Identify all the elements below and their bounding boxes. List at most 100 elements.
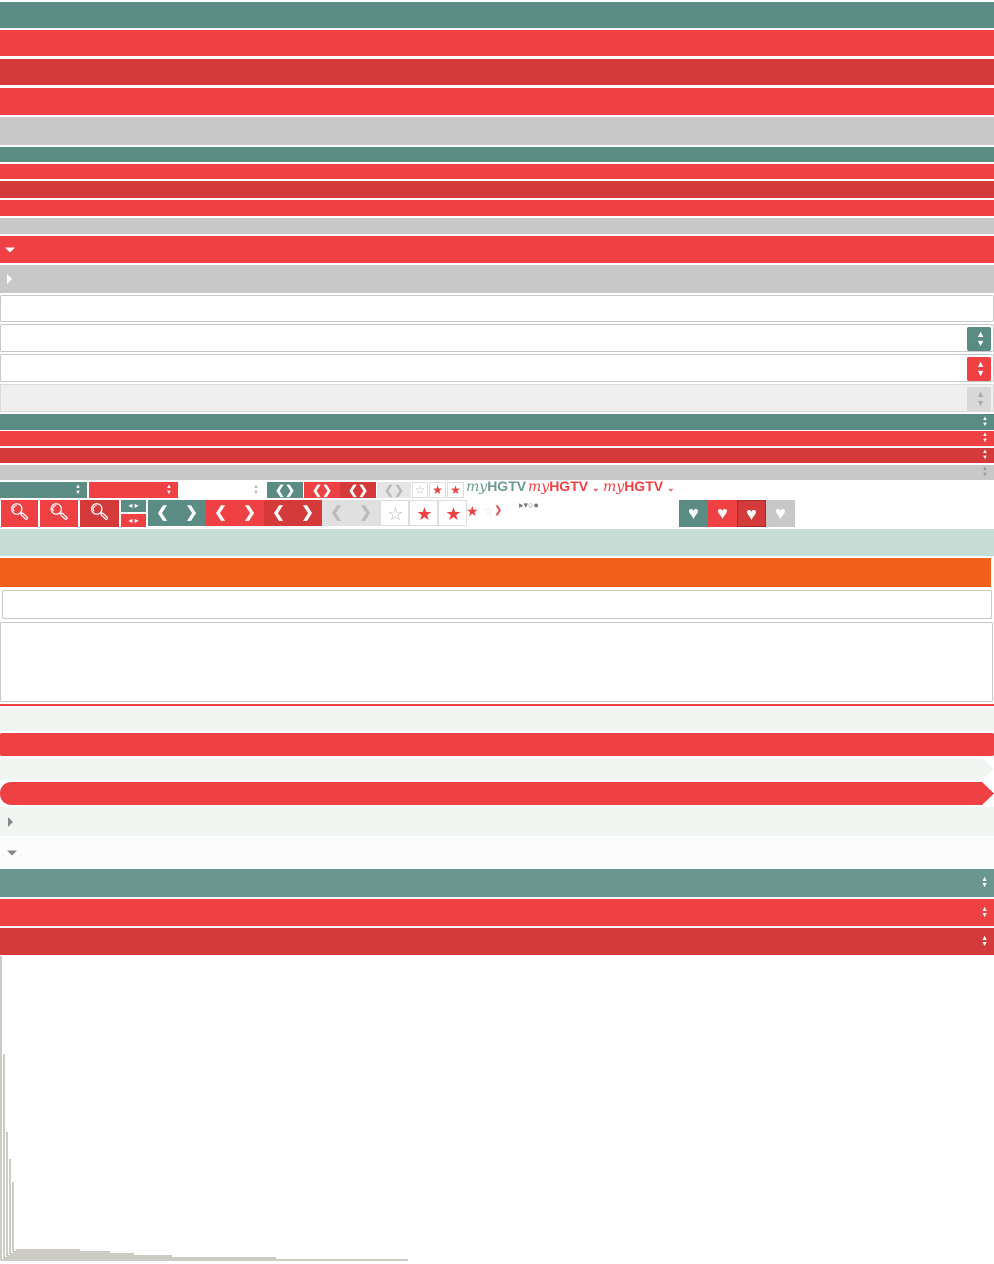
next-button-teal[interactable]: ❯ <box>177 500 206 526</box>
spinner-arrows-icon: ▲ ▼ <box>976 389 985 408</box>
select-bar-dark-red[interactable]: ▲ ▼ <box>0 928 994 955</box>
star-button-full[interactable]: ★ <box>438 500 467 526</box>
spinner-red[interactable]: ▲ ▼ <box>967 357 991 381</box>
heart-icon: ♥ <box>775 503 786 523</box>
prev-button-teal[interactable]: ❮ <box>148 500 177 526</box>
chevron-right-icon[interactable]: ❯ <box>322 483 332 497</box>
chevron-left-icon[interactable]: ❮ <box>312 483 322 497</box>
heart-button-red[interactable]: ♥ <box>708 500 737 527</box>
bar-teal-small <box>0 147 994 162</box>
spinner-arrows-icon: ▲ ▼ <box>982 466 988 478</box>
chevron-down-icon: ⌄ <box>591 483 600 493</box>
bar-red-flat[interactable] <box>0 733 994 756</box>
mini-select-plain[interactable]: ▲ ▼ <box>180 482 265 498</box>
search-icon: 🔍︎ <box>89 504 110 521</box>
chevron-right-icon[interactable]: ❯ <box>358 483 368 497</box>
accordion-closed-header[interactable] <box>0 265 994 293</box>
textarea-field[interactable] <box>0 622 993 702</box>
tab-pale-arrow[interactable] <box>0 758 994 780</box>
select-dark-red[interactable]: ▲ ▼ <box>0 448 994 463</box>
spinner-arrows-icon: ▲ ▼ <box>976 359 985 378</box>
bar-pale-1 <box>0 708 994 731</box>
search-button-3[interactable]: 🔍︎ <box>80 500 119 527</box>
star-outline-small-icon: ☆ <box>483 504 494 518</box>
text-field[interactable] <box>2 590 992 619</box>
mini-select-teal[interactable]: ▲ ▼ <box>0 482 87 498</box>
radio-toggle-icon[interactable]: ▸▾○● <box>519 500 539 511</box>
mini-pager-red[interactable]: ❮❯ <box>304 482 340 498</box>
next-button-red[interactable]: ❯ <box>235 500 264 526</box>
brand-logo-red-2[interactable]: myHGTV ⌄ <box>603 478 675 495</box>
mini-star-empty[interactable]: ☆ <box>412 482 428 498</box>
spinner-teal[interactable]: ▲ ▼ <box>967 327 991 351</box>
spinner-arrows-icon: ▲ ▼ <box>982 449 988 461</box>
tree-node-closed[interactable] <box>0 807 994 836</box>
brand-logo-red[interactable]: myHGTV ⌄ <box>528 478 600 495</box>
spinner-arrows-icon: ▲ ▼ <box>253 484 259 496</box>
chevron-left-icon[interactable]: ❮ <box>275 483 285 497</box>
bar-red-2[interactable] <box>0 88 994 115</box>
mini-star-half[interactable]: ★ <box>429 482 446 498</box>
next-button-disabled: ❯ <box>351 500 380 526</box>
chevron-left-icon[interactable]: ❮ <box>348 483 358 497</box>
bar-light-green <box>0 529 994 556</box>
mini-star-full[interactable]: ★ <box>447 482 464 498</box>
star-full-icon: ★ <box>445 504 462 524</box>
mini-pager-dark-red[interactable]: ❮❯ <box>340 482 376 498</box>
number-input-disabled: ▲ ▼ <box>0 384 994 412</box>
bar-dark-red-1[interactable] <box>0 59 994 85</box>
resize-button[interactable]: ◂ ▸ ◂ ▸ <box>121 500 146 527</box>
heart-button-dark-red[interactable]: ♥ <box>737 500 766 527</box>
spinner-arrows-icon: ▲ ▼ <box>982 416 988 428</box>
brand-prefix: my <box>466 479 488 495</box>
caret-down-icon <box>5 247 15 252</box>
bar-orange[interactable] <box>0 558 991 587</box>
select-bar-red[interactable]: ▲ ▼ <box>0 899 994 926</box>
select-teal[interactable]: ▲ ▼ <box>0 414 994 430</box>
mini-pager-teal[interactable]: ❮❯ <box>267 482 303 498</box>
heart-icon: ♥ <box>688 503 699 523</box>
bar-red-small-1[interactable] <box>0 164 994 179</box>
chevron-right-icon: ❯ <box>243 504 256 521</box>
bar-red-small-2[interactable] <box>0 200 994 216</box>
chevron-right-icon: ❯ <box>359 504 372 521</box>
bar-dark-red-small[interactable] <box>0 181 994 198</box>
select-red[interactable]: ▲ ▼ <box>0 431 994 446</box>
search-icon: 🔍︎ <box>9 504 30 521</box>
spinner-arrows-icon: ▲ ▼ <box>166 484 172 496</box>
star-half-icon: ★ <box>416 504 433 524</box>
divider-red <box>0 704 994 706</box>
number-input-teal[interactable]: ▲ ▼ <box>0 324 994 352</box>
prev-button-dark-red[interactable]: ❮ <box>264 500 293 526</box>
tab-red-arrow[interactable] <box>0 782 994 805</box>
text-input[interactable] <box>0 295 994 322</box>
chevron-left-icon: ❮ <box>156 504 169 521</box>
heart-button-teal[interactable]: ♥ <box>679 500 708 527</box>
bar-red-1[interactable] <box>0 30 994 56</box>
accordion-open-header[interactable] <box>0 236 994 263</box>
search-button-1[interactable]: 🔍︎ <box>1 500 38 527</box>
star-small-icon: ★ <box>466 503 479 519</box>
star-button-half[interactable]: ★ <box>409 500 438 526</box>
brand-name: HGTV <box>487 478 527 494</box>
chevron-right-icon[interactable]: ❯ <box>285 483 295 497</box>
mini-select-red[interactable]: ▲ ▼ <box>89 482 178 498</box>
tree-node-open[interactable] <box>0 838 994 867</box>
bar-teal-1 <box>0 2 994 28</box>
search-icon: 🔍︎ <box>48 504 70 521</box>
spinner-arrows-icon: ▲ ▼ <box>981 876 988 889</box>
heart-icon: ♥ <box>746 504 757 524</box>
bar-grey-1 <box>0 117 994 145</box>
heart-button-grey: ♥ <box>766 500 795 527</box>
brand-logo-teal[interactable]: myHGTV <box>466 478 526 495</box>
chevron-down-icon: ⌄ <box>666 483 675 493</box>
number-input-red[interactable]: ▲ ▼ <box>0 354 994 382</box>
star-button-empty[interactable]: ☆ <box>380 500 409 526</box>
spinner-disabled: ▲ ▼ <box>967 387 991 411</box>
search-button-2[interactable]: 🔍︎ <box>40 500 78 527</box>
chevron-right-icon: ❯ <box>301 504 314 521</box>
select-bar-teal[interactable]: ▲ ▼ <box>0 869 994 897</box>
caret-right-icon <box>7 274 12 284</box>
prev-button-red[interactable]: ❮ <box>206 500 235 526</box>
next-button-dark-red[interactable]: ❯ <box>293 500 322 526</box>
